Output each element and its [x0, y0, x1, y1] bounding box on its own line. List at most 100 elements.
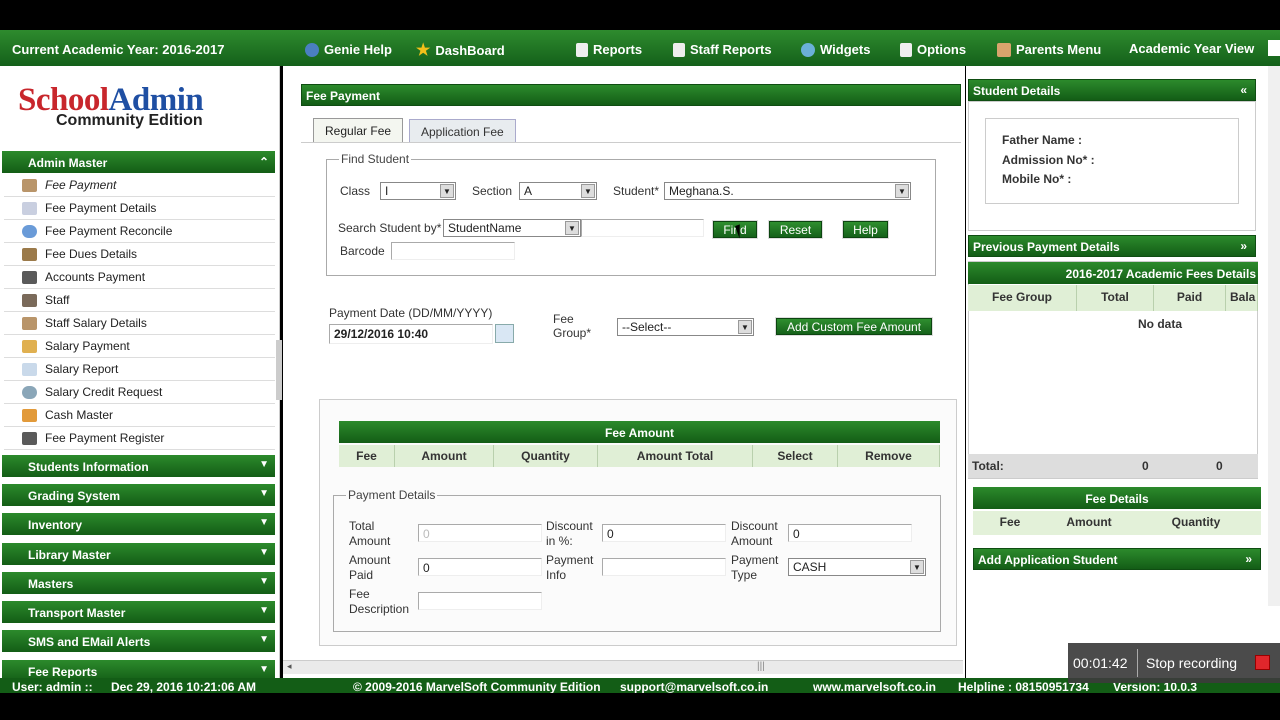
chevron-down-icon: ▼ [565, 221, 579, 235]
collapse-icon: « [1240, 83, 1247, 97]
class-select[interactable]: I ▼ [380, 182, 456, 200]
sidebar-item-accounts-payment[interactable]: Accounts Payment [4, 266, 275, 289]
recording-overlay: 00:01:42 Stop recording [1068, 643, 1280, 683]
sidebar-scrollbar[interactable] [276, 340, 282, 400]
nav-parents-menu[interactable]: Parents Menu [997, 42, 1101, 57]
column-quantity: Quantity [494, 445, 598, 467]
amount-paid-label: Amount Paid [349, 553, 391, 582]
stop-icon[interactable] [1255, 655, 1270, 670]
right-scrollbar[interactable] [1268, 66, 1280, 606]
fee-details-column-amount: Amount [1047, 511, 1131, 535]
globe-icon [22, 386, 37, 399]
sidebar-item-salary-report[interactable]: Salary Report [4, 358, 275, 381]
barcode-input[interactable] [391, 242, 515, 260]
nav-genie-help[interactable]: Genie Help [305, 42, 392, 57]
fee-details-title: Fee Details [973, 487, 1261, 509]
payment-info-label: Payment Info [546, 553, 594, 582]
discount-percent-input[interactable]: 0 [602, 524, 726, 542]
section-select[interactable]: A ▼ [519, 182, 597, 200]
payment-date-input[interactable]: 29/12/2016 10:40 [329, 324, 493, 344]
scroll-left-icon[interactable]: ◂ [287, 661, 292, 672]
nav-widgets[interactable]: Widgets [801, 42, 870, 57]
sidebar-item-staff-salary-details[interactable]: Staff Salary Details [4, 312, 275, 335]
sidebar-item-salary-payment[interactable]: Salary Payment [4, 335, 275, 358]
sidebar-section-grading-system[interactable]: Grading System ▼ [2, 484, 275, 506]
tools-icon [22, 432, 37, 445]
fee-payment-header: Fee Payment [301, 84, 961, 106]
prev-column-total: Total [1077, 285, 1154, 311]
search-text-input[interactable] [581, 219, 704, 237]
top-navigation-bar: Current Academic Year: 2016-2017 Genie H… [0, 30, 1280, 66]
topbar-overflow-button[interactable] [1268, 40, 1280, 56]
money-icon [22, 248, 37, 261]
prev-total-row [968, 454, 1258, 478]
sidebar-section-admin-master[interactable]: Admin Master ⌃ [2, 151, 275, 173]
calendar-icon[interactable] [495, 324, 514, 343]
total-amount-input[interactable]: 0 [418, 524, 542, 542]
find-button[interactable]: Find [712, 220, 758, 239]
amount-paid-input[interactable]: 0 [418, 558, 542, 576]
previous-payment-header[interactable]: Previous Payment Details» [968, 235, 1256, 257]
sidebar-item-fee-payment-register[interactable]: Fee Payment Register [4, 427, 275, 450]
tab-divider [301, 142, 961, 143]
star-icon: ★ [416, 42, 431, 59]
sidebar-item-salary-credit-request[interactable]: Salary Credit Request [4, 381, 275, 404]
help-button[interactable]: Help [842, 220, 889, 239]
discount-amount-input[interactable]: 0 [788, 524, 912, 542]
sidebar-item-staff[interactable]: Staff [4, 289, 275, 312]
nav-options[interactable]: Options [900, 42, 966, 57]
horizontal-scrollbar[interactable]: ◂ ||| [283, 660, 963, 674]
tab-regular-fee[interactable]: Regular Fee [313, 118, 404, 142]
sidebar-item-fee-dues-details[interactable]: Fee Dues Details [4, 243, 275, 266]
paid-value: 0 [1216, 459, 1223, 473]
sidebar-item-fee-payment-details[interactable]: Fee Payment Details [4, 197, 275, 220]
stop-recording-button[interactable]: Stop recording [1146, 655, 1237, 671]
nav-dashboard[interactable]: ★ DashBoard [416, 40, 505, 60]
total-label: Total: [972, 459, 1004, 473]
sidebar-section-fee-reports[interactable]: Fee Reports ▼ [2, 660, 275, 678]
fee-group-select[interactable]: --Select-- ▼ [617, 318, 754, 336]
status-email[interactable]: support@marvelsoft.co.in [620, 680, 768, 693]
sidebar-section-inventory[interactable]: Inventory ▼ [2, 513, 275, 535]
sidebar-section-transport-master[interactable]: Transport Master ▼ [2, 601, 275, 623]
chevron-down-icon: ▼ [581, 184, 595, 198]
nav-staff-reports[interactable]: Staff Reports [673, 42, 772, 57]
sidebar-section-sms-email-alerts[interactable]: SMS and EMail Alerts ▼ [2, 630, 275, 652]
chevron-down-icon: ▼ [910, 560, 924, 574]
add-application-student-header[interactable]: Add Application Student» [973, 548, 1261, 570]
status-copyright: © 2009-2016 MarvelSoft Community Edition [353, 680, 601, 693]
nav-reports[interactable]: Reports [576, 42, 642, 57]
sidebar-section-students-information[interactable]: Students Information ▼ [2, 455, 275, 477]
sidebar-item-cash-master[interactable]: Cash Master [4, 404, 275, 427]
status-user: User: admin :: [12, 680, 93, 693]
total-amount-label: Total Amount [349, 519, 391, 548]
student-details-header[interactable]: Student Details « [968, 79, 1256, 101]
chevron-down-icon: ▼ [738, 320, 752, 334]
sidebar-section-masters[interactable]: Masters ▼ [2, 572, 275, 594]
payment-type-select[interactable]: CASH ▼ [788, 558, 926, 576]
parents-icon [997, 42, 1011, 57]
add-custom-fee-amount-button[interactable]: Add Custom Fee Amount [775, 317, 933, 336]
right-panel: Student Details « Father Name : Admission… [966, 66, 1280, 678]
student-label: Student* [613, 184, 660, 198]
tab-application-fee[interactable]: Application Fee [409, 119, 516, 143]
prev-column-balance: Bala [1226, 285, 1258, 311]
payment-details-legend: Payment Details [348, 488, 436, 502]
chevron-down-icon: ▼ [259, 634, 269, 645]
total-value: 0 [1142, 459, 1149, 473]
chevron-down-icon: ▼ [259, 488, 269, 499]
student-select[interactable]: Meghana.S. ▼ [664, 182, 911, 200]
sidebar-section-library-master[interactable]: Library Master ▼ [2, 543, 275, 565]
nav-academic-year-view[interactable]: Academic Year View [1129, 41, 1254, 56]
sidebar-item-fee-payment[interactable]: Fee Payment [4, 174, 275, 197]
chevron-down-icon: ▼ [259, 576, 269, 587]
sidebar-item-fee-payment-reconcile[interactable]: Fee Payment Reconcile [4, 220, 275, 243]
search-by-select[interactable]: StudentName ▼ [443, 219, 581, 237]
fee-details-column-quantity: Quantity [1131, 511, 1261, 535]
payment-info-input[interactable] [602, 558, 726, 576]
column-amount: Amount [395, 445, 494, 467]
fee-description-input[interactable] [418, 592, 542, 610]
reset-button[interactable]: Reset [768, 220, 823, 239]
column-select: Select [753, 445, 838, 467]
status-website[interactable]: www.marvelsoft.co.in [813, 680, 936, 693]
